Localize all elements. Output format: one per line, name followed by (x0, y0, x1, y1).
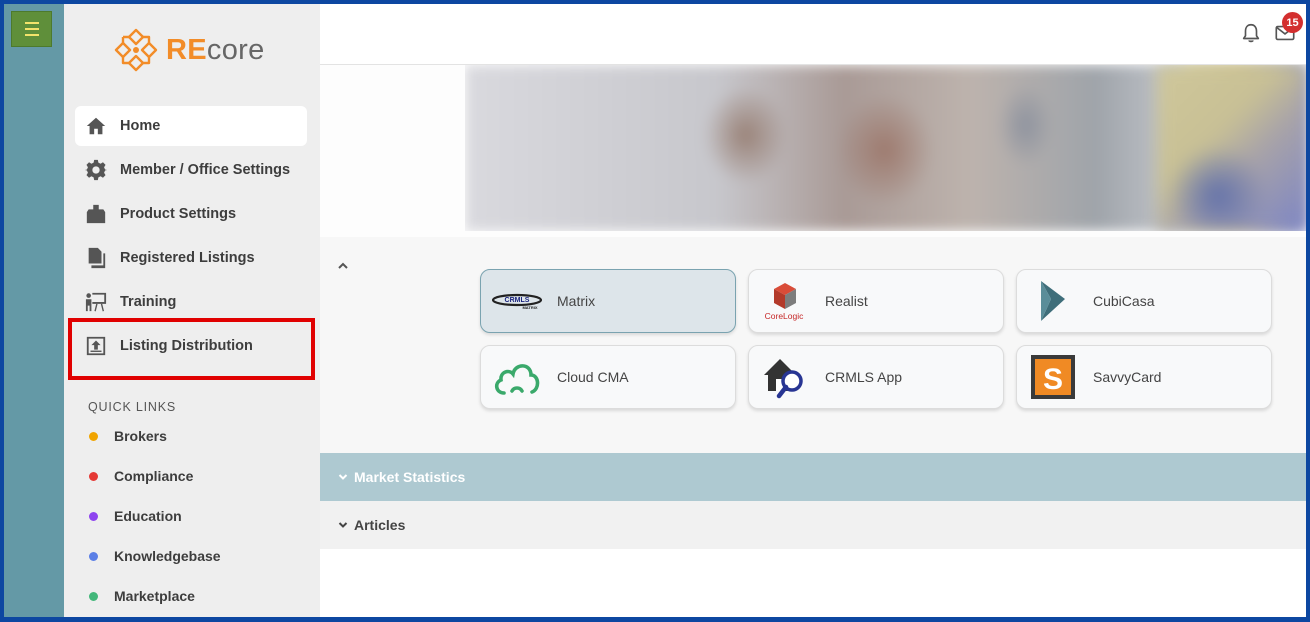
matrix-logo-text: MATRIX (522, 305, 537, 310)
quick-link-label: Education (114, 508, 182, 524)
corelogic-logo-text: CoreLogic (765, 311, 804, 321)
documents-icon (84, 246, 108, 270)
app-window: REcore Home Member / Office Settings Pro… (4, 4, 1306, 617)
quick-link-brokers[interactable]: Brokers (88, 424, 288, 448)
upload-icon (84, 334, 108, 358)
sidebar-item-label: Registered Listings (120, 250, 255, 266)
cubicasa-logo (1028, 276, 1078, 326)
sidebar-item-label: Product Settings (120, 206, 237, 222)
market-statistics-section-header[interactable]: Market Statistics (320, 453, 1306, 501)
sidebar-item-label: Home (120, 118, 161, 134)
app-tile-label: CubiCasa (1093, 293, 1155, 309)
app-tile-cloud-cma[interactable]: Cloud CMA (480, 345, 736, 409)
status-dot (89, 511, 98, 521)
sidebar-item-product-settings[interactable]: Product Settings (75, 194, 307, 234)
sidebar-item-label: Listing Distribution (120, 338, 253, 354)
sidebar-item-label: Member / Office Settings (120, 162, 291, 178)
status-dot (89, 431, 98, 441)
presentation-icon (84, 290, 108, 314)
recore-wordmark: REcore (166, 33, 265, 66)
status-dot (89, 551, 98, 561)
hamburger-menu-button[interactable] (11, 11, 52, 47)
section-title: Market Statistics (354, 469, 466, 485)
sidebar-item-label: Training (120, 294, 177, 310)
crmls-app-logo (760, 352, 810, 402)
app-tile-label: Realist (825, 293, 868, 309)
home-icon (84, 114, 108, 138)
quick-link-compliance[interactable]: Compliance (88, 464, 288, 488)
section-title: Articles (354, 517, 406, 533)
quick-link-marketplace[interactable]: Marketplace (88, 584, 288, 608)
app-tile-crmls-app[interactable]: CRMLS App (748, 345, 1004, 409)
sidebar-item-home[interactable]: Home (75, 106, 307, 146)
sidebar-item-training[interactable]: Training (75, 282, 307, 322)
quick-link-label: Brokers (114, 428, 167, 444)
sidebar-nav: Home Member / Office Settings Product Se… (75, 106, 307, 370)
app-tile-label: SavvyCard (1093, 369, 1162, 385)
gear-icon (84, 158, 108, 182)
status-dot (89, 471, 98, 481)
app-tile-label: CRMLS App (825, 369, 903, 385)
quick-link-label: Marketplace (114, 588, 195, 604)
savvycard-logo-letter: S (1043, 363, 1063, 396)
sidebar-item-registered-listings[interactable]: Registered Listings (75, 238, 307, 278)
bell-icon[interactable] (1240, 22, 1262, 44)
quick-link-label: Knowledgebase (114, 548, 221, 564)
recore-logo-icon (114, 28, 158, 72)
quick-link-label: Compliance (114, 468, 194, 484)
sidebar-item-listing-distribution[interactable]: Listing Distribution (75, 326, 307, 366)
product-box-icon (84, 202, 108, 226)
hamburger-icon (24, 20, 39, 38)
corelogic-logo: CoreLogic (760, 276, 810, 326)
chevron-down-icon (338, 522, 348, 528)
app-tile-label: Cloud CMA (557, 369, 629, 385)
app-tile-savvycard[interactable]: S SavvyCard (1016, 345, 1272, 409)
articles-section-header[interactable]: Articles (320, 501, 1306, 549)
mail-count-badge: 15 (1282, 12, 1303, 33)
cloud-cma-logo (492, 352, 542, 402)
chevron-down-icon (338, 474, 348, 480)
content-area (320, 549, 1306, 617)
crmls-matrix-logo: CRMLS MATRIX (492, 276, 542, 326)
top-bar: 15 (320, 4, 1306, 65)
quick-link-education[interactable]: Education (88, 504, 288, 528)
quick-link-knowledgebase[interactable]: Knowledgebase (88, 544, 288, 568)
chevron-up-icon[interactable] (336, 259, 350, 273)
left-rail (4, 4, 64, 617)
status-dot (89, 591, 98, 601)
app-tile-matrix[interactable]: CRMLS MATRIX Matrix (480, 269, 736, 333)
app-tile-realist[interactable]: CoreLogic Realist (748, 269, 1004, 333)
app-tile-cubicasa[interactable]: CubiCasa (1016, 269, 1272, 333)
quick-links-heading: QUICK LINKS (88, 400, 176, 414)
crmls-logo-text: CRMLS (505, 297, 530, 304)
recore-logo[interactable]: REcore (112, 26, 265, 74)
sidebar: REcore Home Member / Office Settings Pro… (64, 4, 320, 617)
app-tile-label: Matrix (557, 293, 596, 309)
sidebar-item-member-office-settings[interactable]: Member / Office Settings (75, 150, 307, 190)
banner-image (465, 65, 1306, 231)
savvycard-logo: S (1028, 352, 1078, 402)
